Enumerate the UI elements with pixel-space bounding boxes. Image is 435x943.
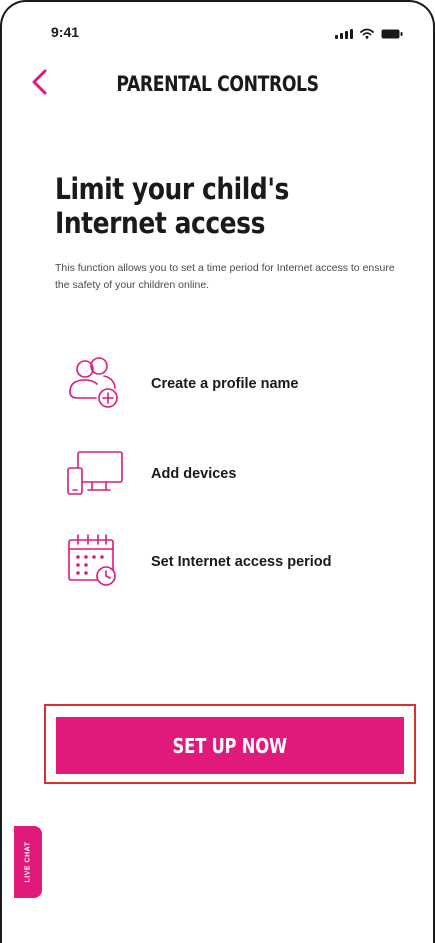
profile-add-icon [66, 354, 124, 410]
feature-label: Create a profile name [151, 376, 299, 392]
feature-label: Add devices [151, 466, 237, 482]
calendar-clock-icon [66, 532, 124, 588]
feature-item-access-period: Set Internet access period [2, 532, 433, 592]
description: This function allows you to set a time p… [55, 262, 395, 291]
page-title: PARENTAL CONTROLS [116, 72, 319, 96]
status-icons [335, 28, 403, 39]
set-up-now-label: SET UP NOW [172, 733, 288, 758]
devices-icon [66, 446, 124, 502]
battery-icon [381, 29, 403, 39]
headline: Limit your child's Internet access [55, 172, 289, 240]
live-chat-label: LIVE CHAT [24, 841, 32, 883]
feature-item-profile: Create a profile name [2, 354, 433, 414]
phone-screen: 9:41 PARENTAL CONTROLS Limit your child'… [0, 0, 435, 943]
status-time: 9:41 [51, 24, 80, 40]
wifi-icon [360, 28, 374, 39]
feature-item-devices: Add devices [2, 444, 433, 504]
signal-icon [335, 29, 353, 39]
set-up-now-button[interactable]: SET UP NOW [56, 717, 404, 774]
feature-label: Set Internet access period [151, 554, 332, 570]
live-chat-tab[interactable]: LIVE CHAT [14, 826, 42, 898]
